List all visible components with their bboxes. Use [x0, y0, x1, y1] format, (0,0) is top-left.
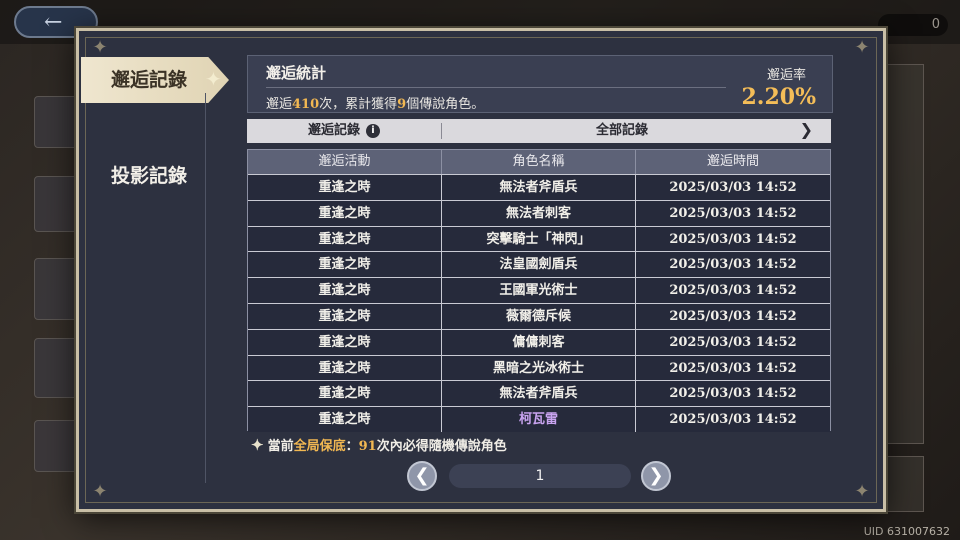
table-row: 重逢之時 黑暗之光冰術士 2025/03/03 14:52: [248, 354, 830, 381]
notice-colon: ：: [345, 439, 359, 454]
cell-character: 傭傭刺客: [442, 329, 636, 355]
encounter-record-dialog: ✦ ✦ ✦ ✦ 邂逅記錄 ✦ 投影記錄 邂逅統計 邂逅410次，累計獲得9個傳說…: [76, 28, 886, 512]
table-row: 重逢之時 傭傭刺客 2025/03/03 14:52: [248, 328, 830, 355]
currency-counter: 0: [878, 14, 948, 36]
cell-event: 重逢之時: [248, 252, 442, 278]
cell-character: 黑暗之光冰術士: [442, 355, 636, 381]
column-header-character: 角色名稱: [442, 150, 636, 174]
cell-time: 2025/03/03 14:52: [669, 412, 797, 428]
corner-ornament-icon: ✦: [854, 481, 870, 502]
table-row: 重逢之時 法皇國劍盾兵 2025/03/03 14:52: [248, 251, 830, 278]
background-side-panel: [880, 64, 924, 444]
cell-time: 2025/03/03 14:52: [669, 257, 797, 273]
pity-count: 91: [358, 439, 377, 454]
cell-time: 2025/03/03 14:52: [669, 231, 797, 247]
table-row: 重逢之時 無法者斧盾兵 2025/03/03 14:52: [248, 380, 830, 407]
cell-event: 重逢之時: [248, 329, 442, 355]
notice-highlight: 全局保底: [293, 439, 346, 454]
cell-time: 2025/03/03 14:52: [669, 205, 797, 221]
table-row: 重逢之時 突擊騎士「神閃」 2025/03/03 14:52: [248, 225, 830, 252]
cell-event: 重逢之時: [248, 381, 442, 407]
column-header-event: 邂逅活動: [248, 150, 442, 174]
cell-character: 薇爾德斥候: [442, 303, 636, 329]
rate-label: 邂逅率: [766, 68, 806, 83]
cell-event: 重逢之時: [248, 303, 442, 329]
cell-time: 2025/03/03 14:52: [669, 180, 797, 195]
divider: [205, 93, 206, 483]
cell-character: 法皇國劍盾兵: [442, 252, 636, 278]
cell-time: 2025/03/03 14:52: [669, 283, 797, 299]
cell-time: 2025/03/03 14:52: [669, 334, 797, 350]
corner-ornament-icon: ✦: [854, 37, 870, 58]
background-card: [34, 96, 80, 148]
uid-label: UID 631007632: [863, 525, 950, 538]
encounter-count: 410: [292, 97, 320, 112]
background-side-button: [880, 456, 924, 512]
filter-bar: 邂逅記錄 i 全部記錄 ❯: [247, 119, 831, 143]
cell-event: 重逢之時: [248, 278, 442, 303]
corner-ornament-icon: ✦: [92, 37, 108, 58]
notice-prefix: 當前: [267, 439, 294, 454]
stats-suffix: 個傳說角色。: [406, 97, 485, 112]
background-card: [34, 176, 80, 232]
background-card: [34, 258, 80, 320]
divider: [266, 87, 726, 88]
table-row: 重逢之時 無法者斧盾兵 2025/03/03 14:52: [248, 174, 830, 200]
table-header: 邂逅活動 角色名稱 邂逅時間: [248, 150, 830, 174]
next-page-button[interactable]: ❯: [641, 461, 671, 491]
legend-count: 9: [397, 97, 407, 112]
cell-event: 重逢之時: [248, 407, 442, 432]
stats-summary: 邂逅410次，累計獲得9個傳說角色。: [266, 93, 484, 112]
stats-prefix: 邂逅: [266, 97, 293, 112]
table-row: 重逢之時 王國軍光術士 2025/03/03 14:52: [248, 277, 830, 303]
column-header-time: 邂逅時間: [706, 154, 759, 169]
cell-event: 重逢之時: [248, 355, 442, 381]
filter-dropdown[interactable]: 全部記錄: [442, 119, 802, 143]
cell-character: 無法者刺客: [442, 200, 636, 226]
sparkle-icon: ✦: [251, 436, 264, 454]
cell-time: 2025/03/03 14:52: [669, 308, 797, 324]
cell-character: 王國軍光術士: [442, 278, 636, 303]
table-row: 重逢之時 柯瓦雷 2025/03/03 14:52: [248, 406, 830, 432]
tab-projection-record[interactable]: 投影記錄: [111, 161, 187, 188]
stats-title: 邂逅統計: [266, 64, 327, 82]
cell-character: 柯瓦雷: [442, 407, 636, 432]
table-row: 重逢之時 無法者刺客 2025/03/03 14:52: [248, 199, 830, 226]
cell-time: 2025/03/03 14:52: [669, 360, 797, 376]
previous-page-button[interactable]: ❮: [407, 461, 437, 491]
encounter-stats-panel: 邂逅統計 邂逅410次，累計獲得9個傳說角色。 邂逅率 2.20%: [247, 55, 833, 113]
table-row: 重逢之時 薇爾德斥候 2025/03/03 14:52: [248, 302, 830, 329]
cell-time: 2025/03/03 14:52: [669, 386, 797, 402]
sparkle-icon: ✦: [205, 67, 222, 91]
info-icon[interactable]: i: [366, 123, 380, 138]
chevron-right-icon[interactable]: ❯: [800, 120, 813, 139]
cell-event: 重逢之時: [248, 226, 442, 252]
pity-notice: ✦ 當前全局保底：91次內必得隨機傳說角色: [251, 435, 507, 454]
cell-event: 重逢之時: [248, 200, 442, 226]
cell-event: 重逢之時: [248, 175, 442, 200]
record-type-label: 邂逅記錄 i: [247, 119, 441, 143]
background-card: [34, 338, 80, 398]
rate-value: 2.20%: [741, 84, 817, 110]
record-table: 邂逅活動 角色名稱 邂逅時間 重逢之時 無法者斧盾兵 2025/03/03 14:5…: [247, 149, 831, 432]
background-card: [34, 420, 80, 472]
notice-suffix: 次內必得隨機傳說角色: [376, 439, 507, 454]
corner-ornament-icon: ✦: [92, 481, 108, 502]
cell-character: 無法者斧盾兵: [442, 381, 636, 407]
stats-mid: 次，累計獲得: [319, 97, 398, 112]
page-indicator: 1: [449, 464, 631, 488]
cell-character: 突擊騎士「神閃」: [442, 226, 636, 252]
record-type-text: 邂逅記錄: [307, 123, 360, 138]
cell-character: 無法者斧盾兵: [442, 175, 636, 200]
